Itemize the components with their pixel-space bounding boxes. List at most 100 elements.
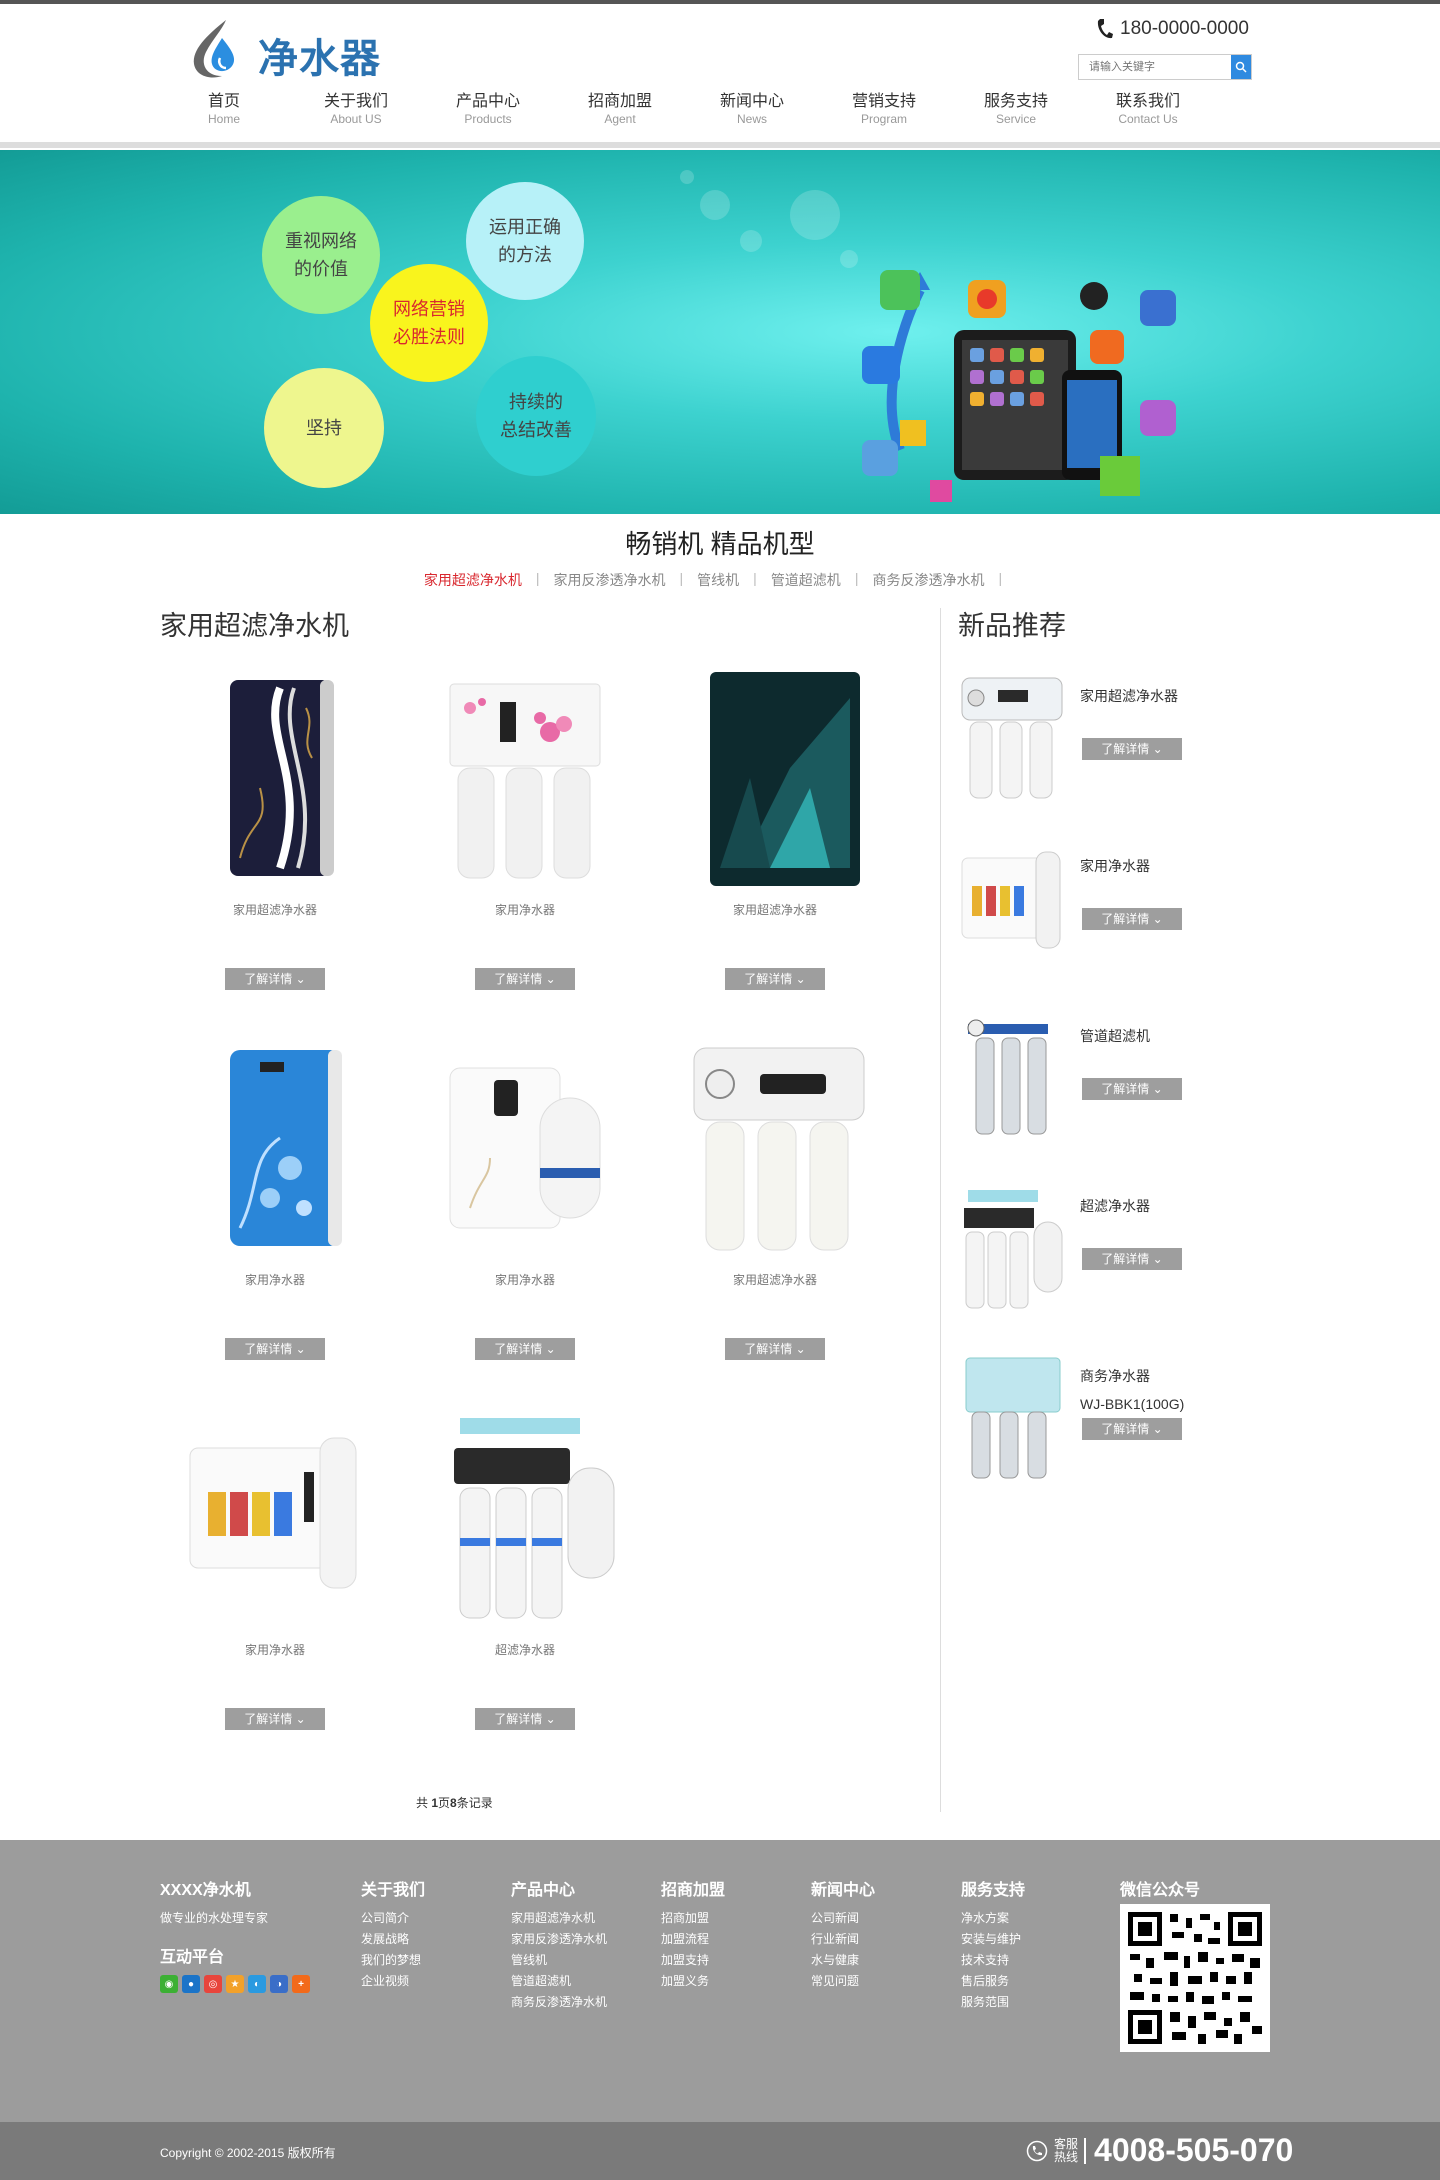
wechat-qr-code (1120, 1904, 1270, 2052)
copyright-bar: Copyright © 2002-2015 版权所有 客服 热线 4008-505… (0, 2122, 1440, 2180)
qzone-icon[interactable]: ★ (226, 1975, 244, 1993)
footer-col-news: 新闻中心 公司新闻 行业新闻 水与健康 常见问题 (811, 1882, 876, 1988)
detail-button[interactable]: 了解详情 ⌄ (1082, 1078, 1182, 1100)
copyright-text: Copyright © 2002-2015 版权所有 (160, 2146, 336, 2160)
nav-home[interactable]: 首页 Home (158, 92, 290, 132)
section-title: 畅销机 精品机型 (625, 529, 815, 559)
footer-brand: XXXX净水机 做专业的水处理专家 互动平台 ◉ ● ◎ ★ ◐ ◑ + (160, 1876, 310, 1993)
category-heading: 家用超滤净水机 (160, 611, 349, 641)
product-image[interactable] (430, 1038, 620, 1258)
sidebar-product: 商务净水器 WJ-BBK1(100G) 了解详情 ⌄ (958, 1352, 1198, 1492)
phone-icon (1097, 19, 1113, 39)
nav-products[interactable]: 产品中心 Products (422, 92, 554, 132)
nav-about[interactable]: 关于我们 About US (290, 92, 422, 132)
sidebar-product: 超滤净水器 了解详情 ⌄ (958, 1182, 1198, 1322)
logo[interactable]: 净水器 (186, 14, 476, 84)
footer-col-products: 产品中心 家用超滤净水机 家用反渗透净水机 管线机 管道超滤机 商务反渗透净水机 (511, 1882, 608, 2009)
sidebar-product-image[interactable] (958, 1352, 1064, 1482)
product-card: 家用超滤净水器 了解详情 ⌄ (150, 668, 400, 990)
nav-contact[interactable]: 联系我们 Contact Us (1082, 92, 1214, 132)
banner-bubble-improve: 持续的 总结改善 (476, 356, 596, 476)
product-image[interactable] (430, 1408, 620, 1628)
bubble-deco (790, 190, 840, 240)
detail-button[interactable]: 了解详情 ⌄ (475, 1708, 575, 1730)
detail-button[interactable]: 了解详情 ⌄ (475, 968, 575, 990)
phone-number: 180-0000-0000 (1096, 18, 1249, 40)
sidebar-product: 家用超滤净水器 了解详情 ⌄ (958, 672, 1198, 812)
detail-button[interactable]: 了解详情 ⌄ (475, 1338, 575, 1360)
sidebar-product-name[interactable]: 家用超滤净水器 (1080, 682, 1178, 710)
product-card: 家用净水器 了解详情 ⌄ (150, 1408, 400, 1730)
product-name[interactable]: 家用超滤净水器 (650, 1271, 900, 1288)
detail-button[interactable]: 了解详情 ⌄ (225, 968, 325, 990)
product-card: 家用净水器 了解详情 ⌄ (400, 1038, 650, 1360)
site-header: 净水器 180-0000-0000 首页Home 关于我们About US 产品… (0, 4, 1440, 144)
product-card: 家用超滤净水器 了解详情 ⌄ (650, 1038, 900, 1360)
sidebar-product-image[interactable] (958, 672, 1064, 802)
hotline: 客服 热线 4008-505-070 (1026, 2132, 1293, 2169)
detail-button[interactable]: 了解详情 ⌄ (725, 968, 825, 990)
sidebar-product-name[interactable]: 管道超滤机 (1080, 1022, 1150, 1050)
phone-text: 180-0000-0000 (1120, 18, 1249, 39)
sidebar-product-image[interactable] (958, 1182, 1064, 1312)
water-drop-logo-icon (193, 20, 235, 78)
detail-button[interactable]: 了解详情 ⌄ (225, 1708, 325, 1730)
tab-commercial-ro[interactable]: 商务反渗透净水机 (872, 570, 984, 590)
product-image[interactable] (680, 1038, 870, 1258)
product-image[interactable] (180, 668, 370, 888)
tencent-weibo-icon[interactable]: ◐ (248, 1975, 266, 1993)
product-name[interactable]: 家用超滤净水器 (150, 901, 400, 918)
wechat-icon[interactable]: ◉ (160, 1975, 178, 1993)
main-nav: 首页 Home 关于我们 About US 产品中心 Products 招商加盟 Age… (158, 92, 1268, 132)
detail-button[interactable]: 了解详情 ⌄ (1082, 1248, 1182, 1270)
hotline-number[interactable]: 4008-505-070 (1094, 2132, 1293, 2169)
product-image[interactable] (430, 668, 620, 888)
header-divider (0, 142, 1440, 148)
site-footer: XXXX净水机 做专业的水处理专家 互动平台 ◉ ● ◎ ★ ◐ ◑ + 关于我… (0, 1840, 1440, 2122)
banner-bubble-method: 运用正确 的方法 (466, 182, 584, 300)
bubble-deco (740, 230, 762, 252)
detail-button[interactable]: 了解详情 ⌄ (1082, 908, 1182, 930)
tab-pipe-uf[interactable]: 管道超滤机 (771, 570, 841, 590)
qq-icon[interactable]: ● (182, 1975, 200, 1993)
product-image[interactable] (680, 668, 870, 888)
tab-home-ro[interactable]: 家用反渗透净水机 (554, 570, 666, 590)
product-name[interactable]: 家用净水器 (400, 1271, 650, 1288)
product-name[interactable]: 家用净水器 (400, 901, 650, 918)
tab-home-uf[interactable]: 家用超滤净水机 (424, 570, 522, 590)
product-name[interactable]: 超滤净水器 (400, 1641, 650, 1658)
hero-banner[interactable]: 重视网络 的价值 运用正确 的方法 网络营销 必胜法则 坚持 持续的 总结改善 (0, 150, 1440, 514)
sidebar-product-image[interactable] (958, 842, 1064, 972)
search-button[interactable] (1231, 55, 1251, 79)
nav-service[interactable]: 服务支持 Service (950, 92, 1082, 132)
banner-bubble-rule: 网络营销 必胜法则 (370, 264, 488, 382)
tab-pipeline[interactable]: 管线机 (697, 570, 739, 590)
nav-agent[interactable]: 招商加盟 Agent (554, 92, 686, 132)
sidebar-product-name[interactable]: 家用净水器 (1080, 852, 1150, 880)
sidebar-product-image[interactable] (958, 1012, 1064, 1142)
detail-button[interactable]: 了解详情 ⌄ (725, 1338, 825, 1360)
pagination-info: 共 1页8条记录 (416, 1796, 493, 1810)
sidebar-product-name[interactable]: 商务净水器 WJ-BBK1(100G) (1080, 1362, 1184, 1418)
nav-news[interactable]: 新闻中心 News (686, 92, 818, 132)
nav-program[interactable]: 营销支持 Program (818, 92, 950, 132)
hotline-label: 客服 热线 (1054, 2137, 1087, 2164)
sidebar-product: 家用净水器 了解详情 ⌄ (958, 842, 1198, 982)
footer-col-service: 服务支持 净水方案 安装与维护 技术支持 售后服务 服务范围 (961, 1882, 1026, 2009)
banner-bubble-persist: 坚持 (264, 368, 384, 488)
product-image[interactable] (180, 1408, 370, 1628)
sidebar-product-name[interactable]: 超滤净水器 (1080, 1192, 1150, 1220)
weibo-icon[interactable]: ◎ (204, 1975, 222, 1993)
product-name[interactable]: 家用超滤净水器 (650, 901, 900, 918)
footer-col-about: 关于我们 公司简介 发展战略 我们的梦想 企业视频 (361, 1882, 426, 1988)
detail-button[interactable]: 了解详情 ⌄ (1082, 1418, 1182, 1440)
more-share-icon[interactable]: + (292, 1975, 310, 1993)
renren-icon[interactable]: ◑ (270, 1975, 288, 1993)
detail-button[interactable]: 了解详情 ⌄ (225, 1338, 325, 1360)
logo-text: 净水器 (258, 36, 381, 82)
product-name[interactable]: 家用净水器 (150, 1641, 400, 1658)
product-image[interactable] (180, 1038, 370, 1258)
product-name[interactable]: 家用净水器 (150, 1271, 400, 1288)
search-input[interactable] (1079, 55, 1231, 79)
detail-button[interactable]: 了解详情 ⌄ (1082, 738, 1182, 760)
